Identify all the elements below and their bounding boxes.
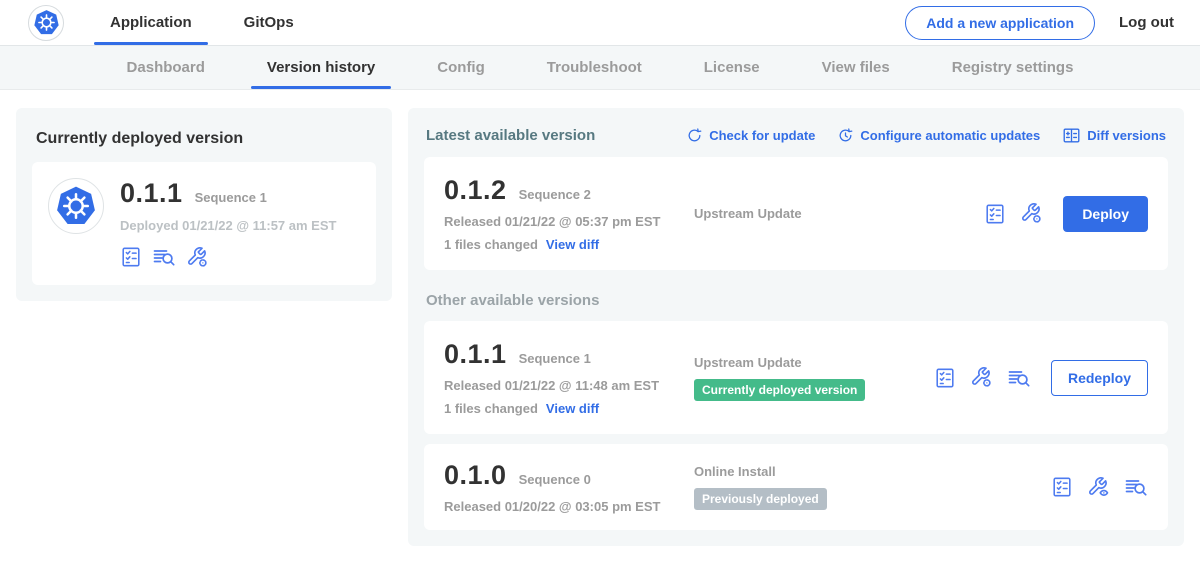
tab-troubleshoot[interactable]: Troubleshoot (545, 46, 644, 89)
released-timestamp: Released 01/21/22 @ 11:48 am EST (444, 378, 694, 393)
check-for-update-label: Check for update (709, 128, 815, 143)
app-subnav: Dashboard Version history Config Trouble… (0, 45, 1200, 90)
add-new-application-button[interactable]: Add a new application (905, 6, 1095, 40)
version-info: 0.1.1 Sequence 1 Released 01/21/22 @ 11:… (444, 339, 694, 416)
tab-license[interactable]: License (702, 46, 762, 89)
version-info: 0.1.0 Sequence 0 Released 01/20/22 @ 03:… (444, 460, 694, 514)
currently-deployed-panel: Currently deployed version 0.1.1 Sequenc… (16, 108, 392, 301)
versions-actions: Check for update Configure automatic upd… (686, 126, 1166, 145)
topnav-right: Add a new application Log out (905, 6, 1174, 40)
versions-panel-header: Latest available version Check for updat… (424, 122, 1168, 157)
deployed-info: 0.1.1 Sequence 1 Deployed 01/21/22 @ 11:… (120, 178, 336, 269)
tab-version-history[interactable]: Version history (265, 46, 377, 89)
deployed-sequence: Sequence 1 (195, 190, 267, 205)
tab-gitops[interactable]: GitOps (228, 0, 310, 45)
configure-automatic-updates-label: Configure automatic updates (860, 128, 1040, 143)
refresh-icon (686, 127, 703, 144)
tab-config[interactable]: Config (435, 46, 486, 89)
source-label: Upstream Update (694, 355, 802, 370)
diff-versions-link[interactable]: Diff versions (1062, 126, 1166, 145)
checklist-icon[interactable] (984, 203, 1006, 225)
files-changed: 1 files changed (444, 237, 538, 252)
top-navbar: Application GitOps Add a new application… (0, 0, 1200, 45)
app-tabs: Application GitOps (94, 0, 310, 45)
currently-deployed-badge: Currently deployed version (694, 379, 865, 401)
currently-deployed-card: 0.1.1 Sequence 1 Deployed 01/21/22 @ 11:… (32, 162, 376, 285)
logs-icon[interactable] (152, 245, 176, 269)
files-changed: 1 files changed (444, 401, 538, 416)
version-actions (1051, 475, 1148, 499)
diff-versions-label: Diff versions (1087, 128, 1166, 143)
version-info: 0.1.2 Sequence 2 Released 01/21/22 @ 05:… (444, 175, 694, 252)
version-source: Upstream Update (694, 206, 984, 221)
configure-automatic-updates-link[interactable]: Configure automatic updates (837, 127, 1040, 144)
released-timestamp: Released 01/21/22 @ 05:37 pm EST (444, 214, 694, 229)
tab-registry-settings-label: Registry settings (952, 59, 1074, 76)
redeploy-button[interactable]: Redeploy (1051, 360, 1148, 396)
other-available-title: Other available versions (424, 270, 1168, 321)
version-source: Online Install Previously deployed (694, 464, 1051, 510)
deployed-actions (120, 245, 336, 269)
view-diff-link[interactable]: View diff (546, 237, 599, 252)
view-diff-link[interactable]: View diff (546, 401, 599, 416)
version-sequence: Sequence 1 (519, 351, 591, 366)
version-number: 0.1.1 (444, 339, 507, 370)
deployed-version-number: 0.1.1 (120, 178, 183, 209)
checklist-icon[interactable] (1051, 476, 1073, 498)
version-number: 0.1.2 (444, 175, 507, 206)
diff-icon (1062, 126, 1081, 145)
version-actions: Redeploy (934, 360, 1148, 396)
wrench-eye-icon[interactable] (1087, 476, 1110, 499)
released-timestamp: Released 01/20/22 @ 03:05 pm EST (444, 499, 694, 514)
version-card-0.1.1: 0.1.1 Sequence 1 Released 01/21/22 @ 11:… (424, 321, 1168, 434)
checklist-icon[interactable] (120, 246, 142, 268)
main-content: Currently deployed version 0.1.1 Sequenc… (0, 90, 1200, 564)
schedule-icon (837, 127, 854, 144)
tab-troubleshoot-label: Troubleshoot (547, 59, 642, 76)
deploy-button[interactable]: Deploy (1063, 196, 1148, 232)
currently-deployed-title: Currently deployed version (32, 124, 376, 162)
latest-available-title: Latest available version (426, 127, 595, 144)
tab-dashboard[interactable]: Dashboard (125, 46, 207, 89)
deployed-timestamp: Deployed 01/21/22 @ 11:57 am EST (120, 218, 336, 233)
tab-license-label: License (704, 59, 760, 76)
tab-view-files-label: View files (822, 59, 890, 76)
logs-icon[interactable] (1124, 475, 1148, 499)
wrench-gear-icon[interactable] (186, 246, 209, 269)
wrench-gear-icon[interactable] (970, 366, 993, 389)
version-card-0.1.0: 0.1.0 Sequence 0 Released 01/20/22 @ 03:… (424, 444, 1168, 530)
wrench-gear-icon[interactable] (1020, 202, 1043, 225)
version-card-0.1.2: 0.1.2 Sequence 2 Released 01/21/22 @ 05:… (424, 157, 1168, 270)
checklist-icon[interactable] (934, 367, 956, 389)
versions-panel: Latest available version Check for updat… (408, 108, 1184, 546)
tab-application-label: Application (110, 14, 192, 31)
source-label: Online Install (694, 464, 776, 479)
version-source: Upstream Update Currently deployed versi… (694, 355, 934, 401)
tab-view-files[interactable]: View files (820, 46, 892, 89)
logs-icon[interactable] (1007, 366, 1031, 390)
version-actions: Deploy (984, 196, 1148, 232)
source-label: Upstream Update (694, 206, 802, 221)
previously-deployed-badge: Previously deployed (694, 488, 827, 510)
version-sequence: Sequence 2 (519, 187, 591, 202)
tab-registry-settings[interactable]: Registry settings (950, 46, 1076, 89)
app-icon (48, 178, 104, 234)
tab-config-label: Config (437, 59, 484, 76)
kubernetes-logo (28, 5, 64, 41)
tab-gitops-label: GitOps (244, 14, 294, 31)
tab-dashboard-label: Dashboard (127, 59, 205, 76)
tab-version-history-label: Version history (267, 59, 375, 76)
version-number: 0.1.0 (444, 460, 507, 491)
tab-application[interactable]: Application (94, 0, 208, 45)
logout-button[interactable]: Log out (1119, 14, 1174, 31)
version-sequence: Sequence 0 (519, 472, 591, 487)
check-for-update-link[interactable]: Check for update (686, 127, 815, 144)
